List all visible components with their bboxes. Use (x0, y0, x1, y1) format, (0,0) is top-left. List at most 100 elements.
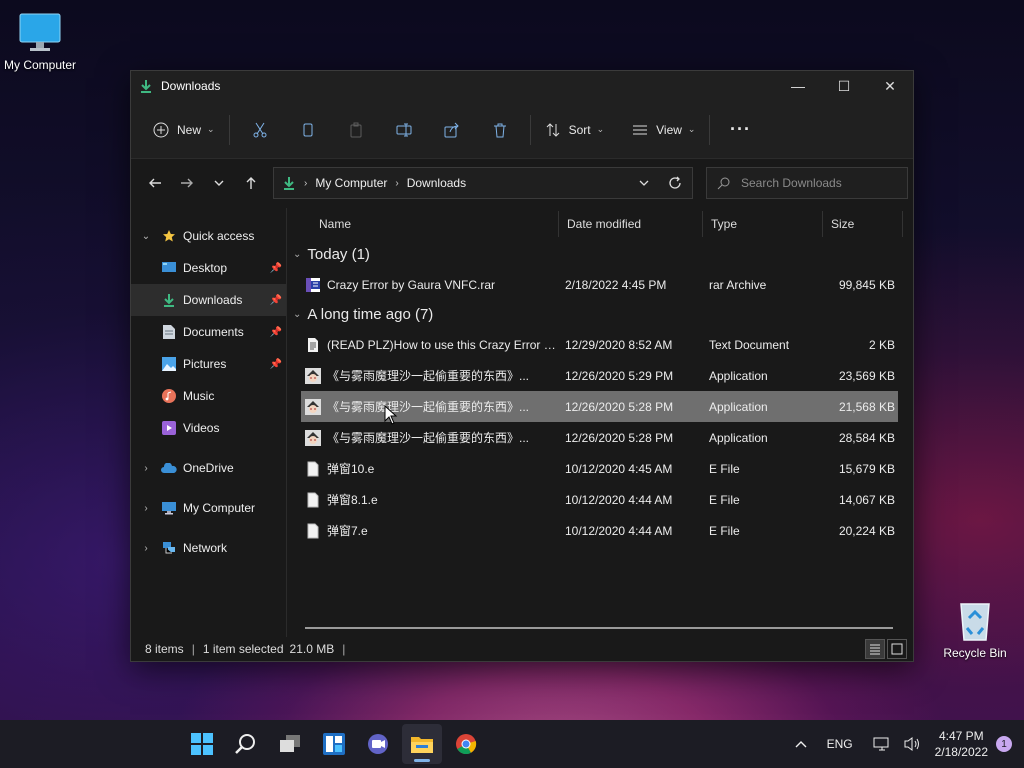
sidebar-item-desktop[interactable]: Desktop 📌 (131, 252, 286, 284)
sidebar-item-my-computer[interactable]: › My Computer (131, 492, 286, 524)
notification-badge[interactable]: 1 (996, 736, 1012, 752)
delete-button[interactable] (476, 113, 524, 147)
desktop-icon-my-computer[interactable]: My Computer (0, 10, 80, 72)
thumbnail-view-button[interactable] (887, 639, 907, 659)
horizontal-scrollbar[interactable] (305, 627, 893, 629)
search-box[interactable] (706, 167, 908, 199)
task-view-button[interactable] (270, 724, 310, 764)
sidebar-item-pictures[interactable]: Pictures 📌 (131, 348, 286, 380)
refresh-icon[interactable] (668, 176, 682, 190)
file-row[interactable]: Crazy Error by Gaura VNFC.rar 2/18/2022 … (301, 269, 898, 300)
search-button[interactable] (226, 724, 266, 764)
volume-icon[interactable] (903, 736, 921, 752)
command-bar: New ⌄ Sort ⌄ View ⌄ ··· (131, 101, 913, 159)
file-row[interactable]: 弹窗7.e 10/12/2020 4:44 AM E File 20,224 K… (301, 515, 898, 546)
recycle-bin-icon (955, 598, 995, 642)
network-status-icon[interactable] (873, 736, 891, 752)
maximize-button[interactable]: ☐ (821, 71, 867, 101)
back-button[interactable] (139, 167, 171, 199)
breadcrumb-my-computer[interactable]: My Computer (315, 176, 387, 190)
file-row[interactable]: 弹窗8.1.e 10/12/2020 4:44 AM E File 14,067… (301, 484, 898, 515)
file-date: 12/26/2020 5:28 PM (565, 399, 674, 414)
file-row[interactable]: (READ PLZ)How to use this Crazy Error pr… (301, 329, 898, 360)
clock-date: 2/18/2022 (934, 745, 988, 759)
desktop-icon (161, 260, 177, 276)
collapse-chevron-icon: ⌄ (293, 249, 302, 260)
sidebar-item-network[interactable]: › Network (131, 532, 286, 564)
search-input[interactable] (741, 176, 901, 190)
sidebar-item-videos[interactable]: Videos (131, 412, 286, 444)
rename-button[interactable] (380, 113, 428, 147)
pin-icon: 📌 (269, 358, 282, 370)
file-type: Application (709, 368, 768, 383)
expand-chevron-icon[interactable]: › (139, 463, 153, 474)
desktop-icon-recycle-bin[interactable]: Recycle Bin (935, 598, 1015, 660)
forward-button[interactable] (171, 167, 203, 199)
sidebar-item-onedrive[interactable]: › OneDrive (131, 452, 286, 484)
sidebar-item-music[interactable]: Music (131, 380, 286, 412)
arrow-right-icon (180, 176, 194, 190)
more-options-button[interactable]: ··· (716, 113, 764, 147)
file-size: 2 KB (868, 337, 895, 352)
sidebar-item-downloads[interactable]: Downloads 📌 (131, 284, 286, 316)
breadcrumb-downloads[interactable]: Downloads (407, 176, 466, 190)
minimize-button[interactable]: — (775, 71, 821, 101)
column-header-name[interactable]: Name (311, 211, 559, 237)
blank-file-icon (305, 492, 321, 508)
status-divider: | (342, 642, 346, 656)
sidebar-item-quick-access[interactable]: ⌄ Quick access (131, 220, 286, 252)
blank-file-icon (305, 461, 321, 477)
expand-chevron-icon[interactable]: › (139, 543, 153, 554)
chevron-right-icon: › (304, 177, 308, 189)
expand-chevron-icon[interactable]: › (139, 503, 153, 514)
expand-chevron-icon[interactable]: ⌄ (139, 231, 153, 242)
column-header-size[interactable]: Size (823, 211, 903, 237)
file-date: 2/18/2022 4:45 PM (565, 277, 667, 292)
chevron-down-icon: ⌄ (207, 124, 215, 134)
show-hidden-icons-button[interactable] (795, 739, 807, 749)
sort-button[interactable]: Sort ⌄ (537, 113, 613, 147)
paste-button[interactable] (332, 113, 380, 147)
cut-button[interactable] (236, 113, 284, 147)
title-bar[interactable]: Downloads — ☐ ✕ (131, 71, 913, 101)
view-button[interactable]: View ⌄ (624, 113, 703, 147)
close-button[interactable]: ✕ (867, 71, 913, 101)
new-button[interactable]: New ⌄ (145, 113, 223, 147)
group-header-long-ago[interactable]: ⌄ A long time ago (7) (287, 300, 913, 329)
sidebar-item-documents[interactable]: Documents 📌 (131, 316, 286, 348)
column-header-type[interactable]: Type (703, 211, 823, 237)
recent-locations-button[interactable] (203, 167, 235, 199)
window-title: Downloads (161, 79, 221, 93)
chrome-button[interactable] (446, 724, 486, 764)
list-view-icon (632, 122, 648, 138)
start-icon (191, 733, 213, 755)
sidebar-item-label: OneDrive (183, 461, 234, 475)
sidebar-item-label: Videos (183, 421, 220, 435)
sidebar-item-label: My Computer (183, 501, 256, 515)
item-count: 8 items (145, 642, 184, 656)
file-row[interactable]: 《与雾雨魔理沙一起偷重要的东西》... 12/26/2020 5:29 PM A… (301, 360, 898, 391)
file-row[interactable]: 弹窗10.e 10/12/2020 4:45 AM E File 15,679 … (301, 453, 898, 484)
address-bar[interactable]: › My Computer › Downloads (273, 167, 693, 199)
address-dropdown-icon[interactable] (638, 177, 650, 189)
details-view-button[interactable] (865, 639, 885, 659)
language-indicator[interactable]: ENG (827, 737, 853, 751)
sidebar-item-label: Downloads (183, 293, 243, 307)
selection-count: 1 item selected (202, 642, 284, 656)
up-button[interactable] (235, 167, 267, 199)
share-button[interactable] (428, 113, 476, 147)
arrow-up-icon (244, 176, 258, 190)
column-header-date[interactable]: Date modified (559, 211, 703, 237)
clock[interactable]: 4:47 PM 2/18/2022 (935, 728, 988, 760)
copy-button[interactable] (284, 113, 332, 147)
rename-icon (396, 122, 412, 138)
pictures-icon (161, 356, 177, 372)
cloud-icon (161, 460, 177, 476)
start-button[interactable] (182, 724, 222, 764)
file-name: 弹窗10.e (327, 462, 375, 476)
widgets-button[interactable] (314, 724, 354, 764)
chat-button[interactable] (358, 724, 398, 764)
group-header-today[interactable]: ⌄ Today (1) (287, 240, 913, 269)
file-explorer-taskbar-button[interactable] (402, 724, 442, 764)
column-headers: Name Date modified Type Size (287, 208, 913, 240)
